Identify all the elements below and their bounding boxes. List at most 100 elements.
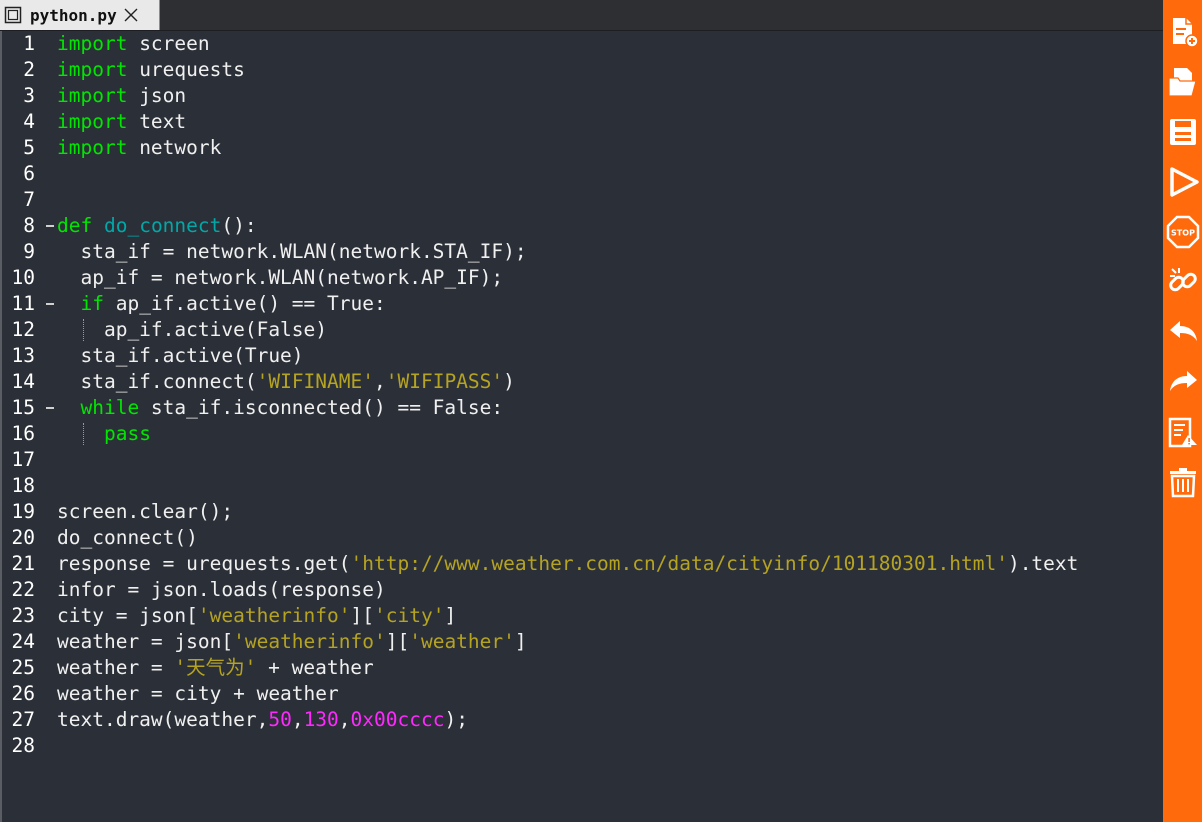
code-line[interactable]: import text	[57, 109, 186, 135]
line-number: 1	[23, 32, 35, 55]
new-file-button[interactable]	[1163, 9, 1202, 55]
code-token: weather = city + weather	[57, 682, 339, 705]
code-token: text	[127, 110, 187, 133]
code-line[interactable]: text.draw(weather,50,130,0x00cccc);	[57, 707, 468, 733]
code-line[interactable]: import network	[57, 135, 221, 161]
code-line[interactable]: screen.clear();	[57, 499, 233, 525]
number-token: 130	[303, 708, 339, 731]
code-token: ]	[514, 630, 527, 653]
redo-button[interactable]	[1163, 359, 1202, 405]
string-token: 'weather'	[409, 630, 515, 653]
code-token: ]	[444, 604, 457, 627]
code-token: ap_if.active(False)	[57, 318, 328, 341]
line-number: 10	[11, 266, 35, 289]
number-token: 0x00cccc	[350, 708, 445, 731]
fold-marker-icon[interactable]	[46, 303, 54, 305]
line-number: 3	[23, 84, 35, 107]
line-number: 5	[23, 136, 35, 159]
code-token: text.draw(weather,	[57, 708, 269, 731]
line-number: 24	[11, 630, 35, 653]
code-line[interactable]: weather = '天气为' + weather	[57, 655, 374, 681]
code-line[interactable]: weather = json['weatherinfo']['weather']	[57, 629, 527, 655]
connect-button[interactable]	[1163, 259, 1202, 305]
undo-icon	[1169, 321, 1197, 341]
keyword-token: import	[57, 136, 128, 159]
code-token: screen.clear();	[57, 500, 234, 523]
line-number: 23	[11, 604, 35, 627]
line-number: 28	[11, 734, 35, 757]
code-token: ap_if = network.WLAN(network.AP_IF);	[57, 266, 504, 289]
fold-marker-icon[interactable]	[46, 407, 54, 409]
line-number: 26	[11, 682, 35, 705]
code-line[interactable]: sta_if = network.WLAN(network.STA_IF);	[57, 239, 526, 265]
code-line[interactable]: response = urequests.get('http://www.wea…	[57, 551, 1078, 577]
stop-icon: STOP	[1166, 215, 1199, 249]
new-file-icon	[1172, 18, 1199, 48]
code-token: infor = json.loads(response)	[57, 578, 386, 601]
code-token: );	[444, 708, 468, 731]
line-number: 27	[11, 708, 35, 731]
delete-button[interactable]	[1163, 459, 1202, 505]
play-icon	[1169, 167, 1199, 197]
line-number: 25	[11, 656, 35, 679]
code-token: ,	[338, 708, 351, 731]
code-editor[interactable]: 1 2 3 4 5 6 7 8 9 10 11 12 13 14 15 16 17 18 19 20 21 22 23 24 2…	[0, 31, 1163, 822]
tab-python-file[interactable]: python.py	[0, 0, 160, 30]
function-name-token: do_connect	[103, 214, 222, 237]
code-line[interactable]: sta_if.connect('WIFINAME','WIFIPASS')	[57, 369, 514, 395]
line-number: 19	[11, 500, 35, 523]
code-line[interactable]: ap_if = network.WLAN(network.AP_IF);	[57, 265, 503, 291]
line-number: 21	[11, 552, 35, 575]
string-token: '天气为'	[174, 656, 257, 679]
code-line[interactable]: def do_connect():	[57, 213, 257, 239]
code-token: ,	[374, 370, 386, 393]
code-line[interactable]: city = json['weatherinfo']['city']	[57, 603, 456, 629]
tab-bar: python.py	[0, 0, 1163, 31]
code-line[interactable]: ap_if.active(False)	[57, 317, 327, 343]
checklist-icon	[1168, 417, 1197, 448]
code-token: weather = json[	[57, 630, 234, 653]
code-token: response = urequests.get(	[57, 552, 351, 575]
undo-button[interactable]	[1163, 309, 1202, 355]
link-icon	[1168, 268, 1197, 292]
line-number: 15	[11, 396, 35, 419]
string-token: 'weatherinfo'	[197, 604, 351, 627]
code-line[interactable]: sta_if.active(True)	[57, 343, 304, 369]
code-line[interactable]: while sta_if.isconnected() == False:	[57, 395, 503, 421]
check-button[interactable]	[1163, 409, 1202, 455]
string-token: 'weatherinfo'	[233, 630, 386, 653]
code-line[interactable]: import urequests	[57, 57, 245, 83]
line-number: 8	[23, 214, 35, 237]
close-icon[interactable]	[123, 7, 139, 23]
code-token: ][	[350, 604, 374, 627]
code-line[interactable]: do_connect()	[57, 525, 198, 551]
svg-text:STOP: STOP	[1171, 229, 1195, 238]
code-line[interactable]: infor = json.loads(response)	[57, 577, 386, 603]
save-icon	[1169, 119, 1196, 145]
run-button[interactable]	[1163, 159, 1202, 205]
stop-button[interactable]: STOP	[1163, 209, 1202, 255]
line-number: 7	[23, 188, 35, 211]
code-token: sta_if.active(True)	[57, 344, 304, 367]
fold-marker-icon[interactable]	[46, 225, 54, 227]
code-token: city = json[	[57, 604, 198, 627]
code-area[interactable]: import screen import urequests import json…	[57, 31, 1163, 822]
string-token: 'city'	[374, 604, 445, 627]
code-line[interactable]: import json	[57, 83, 186, 109]
keyword-token: while	[80, 396, 140, 419]
save-button[interactable]	[1163, 109, 1202, 155]
keyword-token: import	[57, 32, 128, 55]
code-token: network	[127, 136, 222, 159]
code-line[interactable]: weather = city + weather	[57, 681, 339, 707]
code-token: weather =	[57, 656, 175, 679]
open-file-button[interactable]	[1163, 59, 1202, 105]
code-line[interactable]: pass	[57, 421, 151, 447]
line-number: 2	[23, 58, 35, 81]
keyword-token: if	[80, 292, 104, 315]
code-line[interactable]: if ap_if.active() == True:	[57, 291, 385, 317]
line-number: 17	[11, 448, 35, 471]
code-line[interactable]: import screen	[57, 31, 210, 57]
keyword-token: import	[57, 84, 128, 107]
line-number: 18	[11, 474, 35, 497]
